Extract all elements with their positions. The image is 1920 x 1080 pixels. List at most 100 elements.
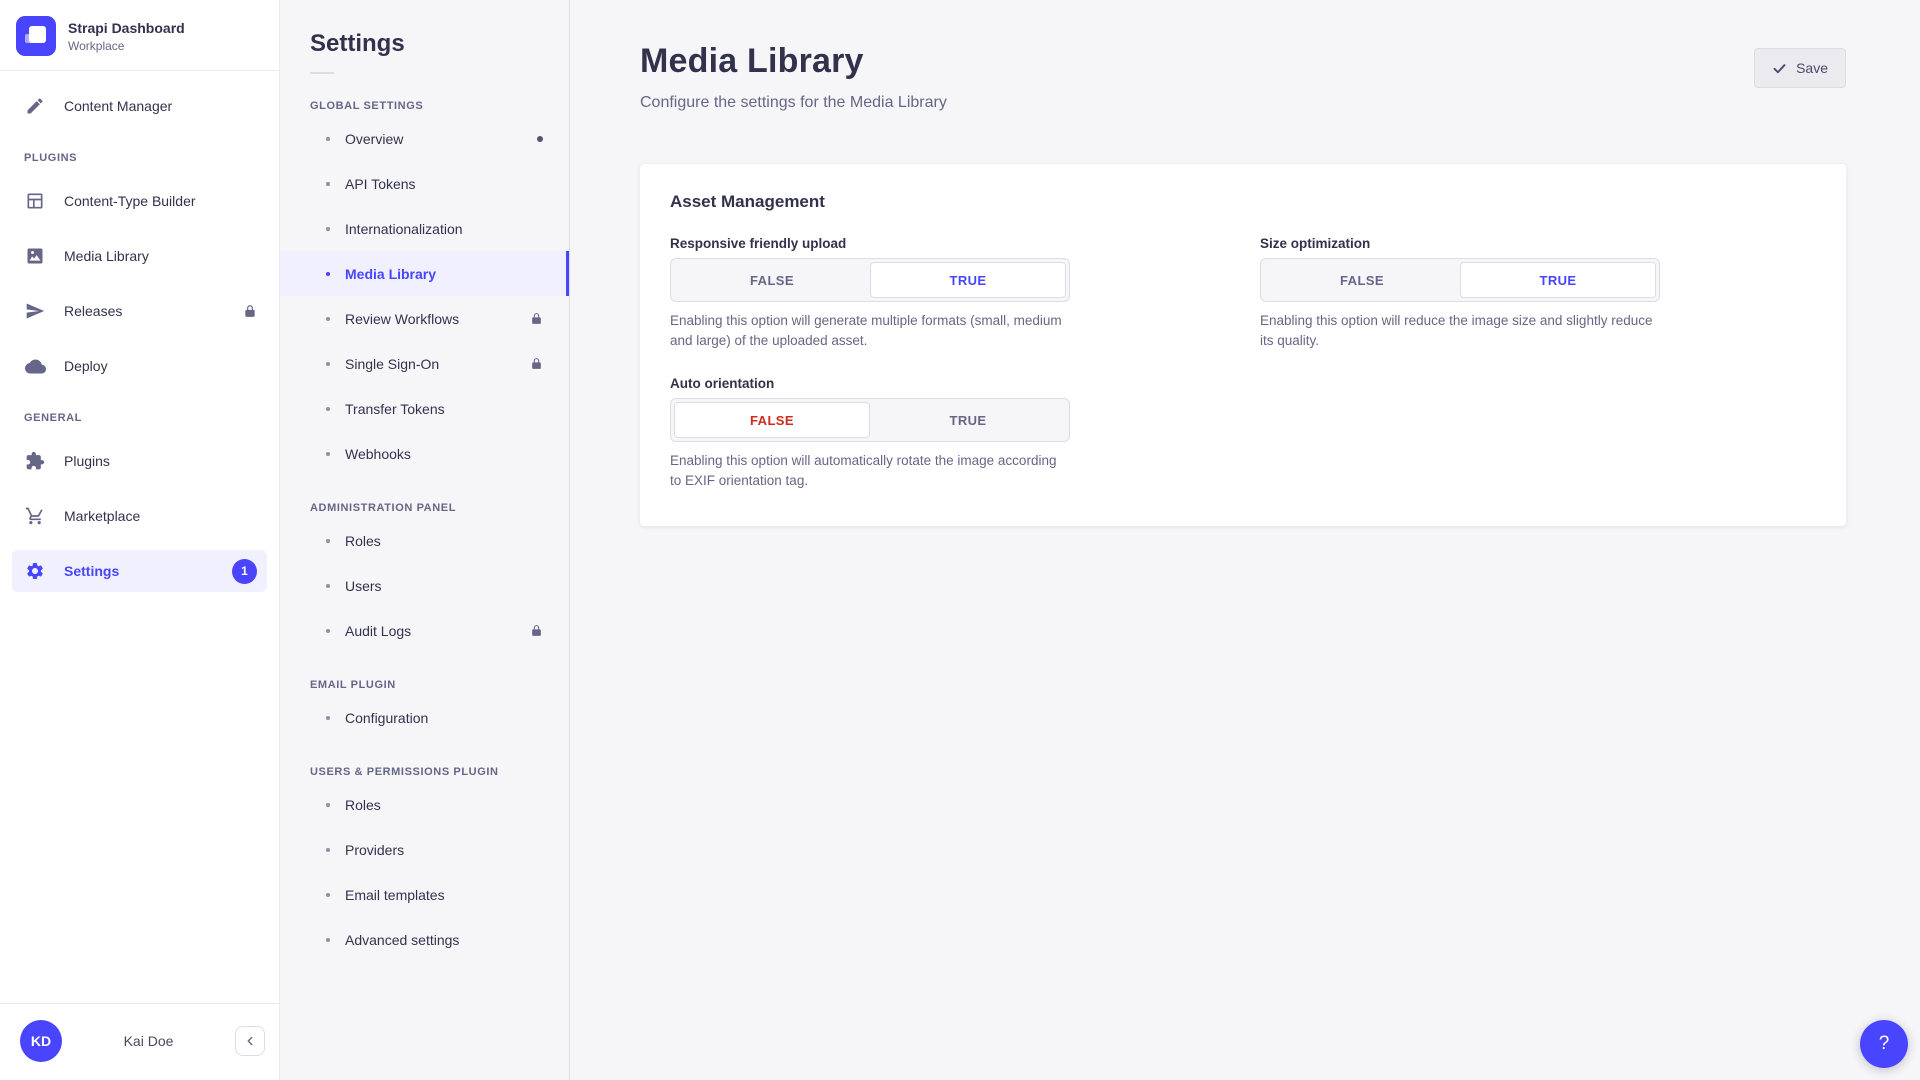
sidebar-item-content-manager[interactable]: Content Manager	[12, 85, 267, 127]
bullet-dot	[326, 893, 330, 897]
lock-icon	[243, 304, 257, 318]
subnav-item-advanced-settings[interactable]: Advanced settings	[280, 917, 569, 962]
deploy-cloud-icon	[24, 355, 46, 377]
sidebar-collapse-button[interactable]	[235, 1026, 265, 1056]
bullet-dot	[326, 362, 330, 366]
subnav-item-label: Media Library	[345, 266, 436, 282]
field-responsive-friendly-upload: Responsive friendly upload FALSE TRUE En…	[670, 236, 1070, 350]
toggle-option-true[interactable]: TRUE	[1460, 262, 1656, 298]
subnav-item-roles-up[interactable]: Roles	[280, 782, 569, 827]
sidebar-item-settings[interactable]: Settings 1	[12, 550, 267, 592]
page-header: Media Library Configure the settings for…	[640, 42, 1846, 112]
nav-item-label: Marketplace	[64, 508, 140, 524]
main-content: Media Library Configure the settings for…	[570, 0, 1920, 1080]
auto-orientation-toggle: FALSE TRUE	[670, 398, 1070, 442]
check-icon	[1772, 61, 1787, 76]
bullet-dot	[326, 137, 330, 141]
toggle-option-false[interactable]: FALSE	[674, 402, 870, 438]
lock-icon	[530, 624, 543, 637]
field-label: Auto orientation	[670, 376, 1070, 391]
sidebar-item-deploy[interactable]: Deploy	[12, 345, 267, 387]
bullet-dot	[326, 182, 330, 186]
subnav-section-header: EMAIL PLUGIN	[280, 679, 569, 691]
bullet-dot	[326, 272, 330, 276]
nav-section-header-general: GENERAL	[24, 412, 255, 424]
subnav-item-audit-logs[interactable]: Audit Logs	[280, 608, 569, 653]
bullet-dot	[326, 452, 330, 456]
save-button[interactable]: Save	[1754, 48, 1846, 88]
nav-item-label: Releases	[64, 303, 122, 319]
subnav-item-label: Internationalization	[345, 221, 463, 237]
subnav-item-label: Audit Logs	[345, 623, 411, 639]
nav-item-label: Settings	[64, 563, 119, 579]
bullet-dot	[326, 629, 330, 633]
save-button-label: Save	[1796, 60, 1828, 76]
brand-title: Strapi Dashboard	[68, 20, 185, 36]
subnav-item-label: Overview	[345, 131, 403, 147]
marketplace-cart-icon	[24, 505, 46, 527]
divider	[310, 72, 334, 74]
subnav-item-label: Transfer Tokens	[345, 401, 445, 417]
subnav-item-overview[interactable]: Overview	[280, 116, 569, 161]
subnav-item-media-library[interactable]: Media Library	[280, 251, 569, 296]
subnav-item-configuration[interactable]: Configuration	[280, 695, 569, 740]
subnav-item-label: Roles	[345, 797, 381, 813]
field-label: Size optimization	[1260, 236, 1660, 251]
subnav-item-roles-admin[interactable]: Roles	[280, 518, 569, 563]
app-shell: Strapi Dashboard Workplace Content Manag…	[0, 0, 1920, 1080]
field-label: Responsive friendly upload	[670, 236, 1070, 251]
subnav-item-label: Review Workflows	[345, 311, 459, 327]
brand-text: Strapi Dashboard Workplace	[68, 20, 185, 53]
field-size-optimization: Size optimization FALSE TRUE Enabling th…	[1260, 236, 1660, 350]
subnav-item-review-workflows[interactable]: Review Workflows	[280, 296, 569, 341]
help-button[interactable]: ?	[1860, 1020, 1908, 1068]
subnav-item-api-tokens[interactable]: API Tokens	[280, 161, 569, 206]
bullet-dot	[326, 803, 330, 807]
bullet-dot	[326, 716, 330, 720]
sidebar-item-media-library[interactable]: Media Library	[12, 235, 267, 277]
toggle-option-false[interactable]: FALSE	[674, 262, 870, 298]
subnav-section-global-settings: GLOBAL SETTINGS Overview API Tokens Inte…	[280, 100, 569, 476]
sidebar-item-marketplace[interactable]: Marketplace	[12, 495, 267, 537]
subnav-item-label: Roles	[345, 533, 381, 549]
subnav-item-single-sign-on[interactable]: Single Sign-On	[280, 341, 569, 386]
field-description: Enabling this option will reduce the ima…	[1260, 311, 1655, 350]
nav-item-label: Content-Type Builder	[64, 193, 196, 209]
bullet-dot	[326, 848, 330, 852]
question-mark-icon: ?	[1879, 1033, 1890, 1055]
subnav-item-label: Users	[345, 578, 382, 594]
logo-glyph	[25, 34, 34, 43]
subnav-section-header: ADMINISTRATION PANEL	[280, 502, 569, 514]
toggle-option-false[interactable]: FALSE	[1264, 262, 1460, 298]
size-optimization-toggle: FALSE TRUE	[1260, 258, 1660, 302]
brand-subtitle: Workplace	[68, 39, 185, 53]
toggle-option-true[interactable]: TRUE	[870, 262, 1066, 298]
subnav-item-email-templates[interactable]: Email templates	[280, 872, 569, 917]
user-area: KD Kai Doe	[0, 1003, 279, 1080]
lock-icon	[530, 357, 543, 370]
subnav-item-providers[interactable]: Providers	[280, 827, 569, 872]
subnav-section-administration-panel: ADMINISTRATION PANEL Roles Users Audit L…	[280, 502, 569, 653]
toggle-option-true[interactable]: TRUE	[870, 402, 1066, 438]
primary-sidebar: Strapi Dashboard Workplace Content Manag…	[0, 0, 280, 1080]
settings-subnav: Settings GLOBAL SETTINGS Overview API To…	[280, 0, 570, 1080]
brand-block[interactable]: Strapi Dashboard Workplace	[0, 0, 279, 71]
sidebar-item-plugins[interactable]: Plugins	[12, 440, 267, 482]
subnav-item-label: API Tokens	[345, 176, 416, 192]
user-name: Kai Doe	[62, 1033, 235, 1049]
subnav-item-internationalization[interactable]: Internationalization	[280, 206, 569, 251]
sidebar-item-releases[interactable]: Releases	[12, 290, 267, 332]
subnav-item-webhooks[interactable]: Webhooks	[280, 431, 569, 476]
plugins-puzzle-icon	[24, 450, 46, 472]
media-library-icon	[24, 245, 46, 267]
subnav-item-transfer-tokens[interactable]: Transfer Tokens	[280, 386, 569, 431]
nav-item-label: Content Manager	[64, 98, 172, 114]
subnav-item-users[interactable]: Users	[280, 563, 569, 608]
nav-item-label: Deploy	[64, 358, 108, 374]
user-avatar[interactable]: KD	[20, 1020, 62, 1062]
settings-notification-badge: 1	[232, 559, 257, 584]
subnav-title: Settings	[280, 30, 569, 58]
lock-icon	[530, 312, 543, 325]
sidebar-item-content-type-builder[interactable]: Content-Type Builder	[12, 180, 267, 222]
nav-item-label: Media Library	[64, 248, 149, 264]
